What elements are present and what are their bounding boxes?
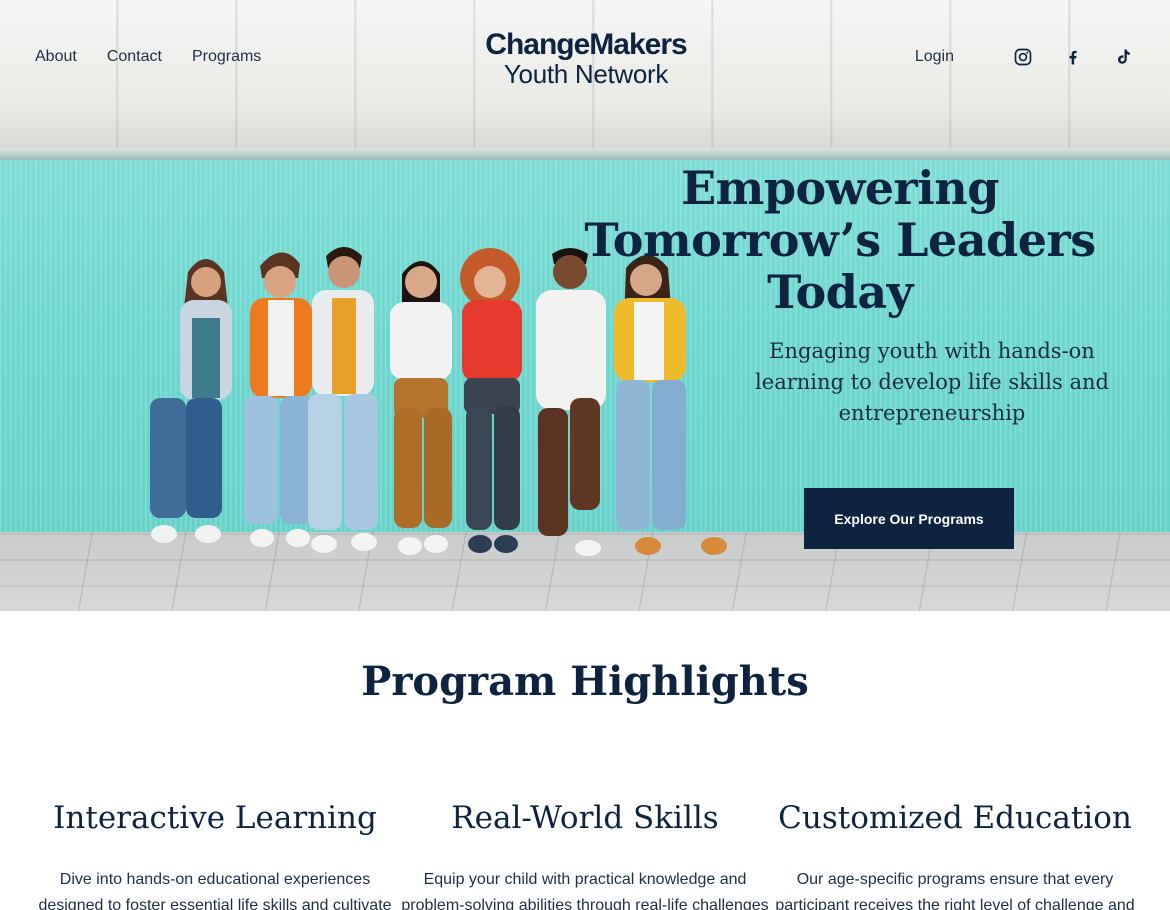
person-figure	[308, 247, 378, 553]
highlight-heading: Customized Education	[778, 800, 1132, 836]
person-figure	[460, 248, 522, 553]
hero-title: Empowering Tomorrow’s Leaders Today	[584, 161, 1096, 319]
highlight-text: Our age-specific programs ensure that ev…	[775, 871, 1135, 910]
logo-line-1: ChangeMakers	[485, 28, 687, 61]
highlight-heading: Interactive Learning	[53, 800, 377, 836]
highlight-card: Interactive Learning Dive into hands-on …	[30, 798, 400, 910]
person-figure	[390, 261, 452, 555]
nav-about[interactable]: About	[35, 48, 77, 66]
section-title: Program Highlights	[361, 658, 809, 705]
person-figure	[150, 259, 232, 543]
tiktok-icon[interactable]	[1112, 46, 1134, 68]
facebook-icon[interactable]	[1062, 46, 1084, 68]
main-nav: About Contact Programs	[35, 48, 261, 66]
highlight-card: Real-World Skills Equip your child with …	[400, 798, 770, 910]
header-actions: Login	[915, 46, 1134, 68]
person-figure	[244, 252, 314, 547]
highlight-text: Dive into hands-on educational experienc…	[38, 871, 392, 910]
login-link[interactable]: Login	[915, 48, 954, 66]
hero-section: About Contact Programs ChangeMakers Yout…	[0, 0, 1170, 611]
nav-contact[interactable]: Contact	[107, 48, 162, 66]
nav-programs[interactable]: Programs	[192, 48, 261, 66]
logo-line-2: Youth Network	[503, 59, 669, 89]
highlight-heading: Real-World Skills	[451, 800, 719, 836]
highlight-card: Customized Education Our age-specific pr…	[770, 798, 1140, 910]
site-logo[interactable]: ChangeMakers Youth Network	[478, 28, 694, 89]
instagram-icon[interactable]	[1012, 46, 1034, 68]
explore-programs-button[interactable]: Explore Our Programs	[804, 488, 1014, 549]
hero-subtitle: Engaging youth with hands-on learning to…	[755, 339, 1109, 425]
highlight-text: Equip your child with practical knowledg…	[401, 871, 769, 910]
